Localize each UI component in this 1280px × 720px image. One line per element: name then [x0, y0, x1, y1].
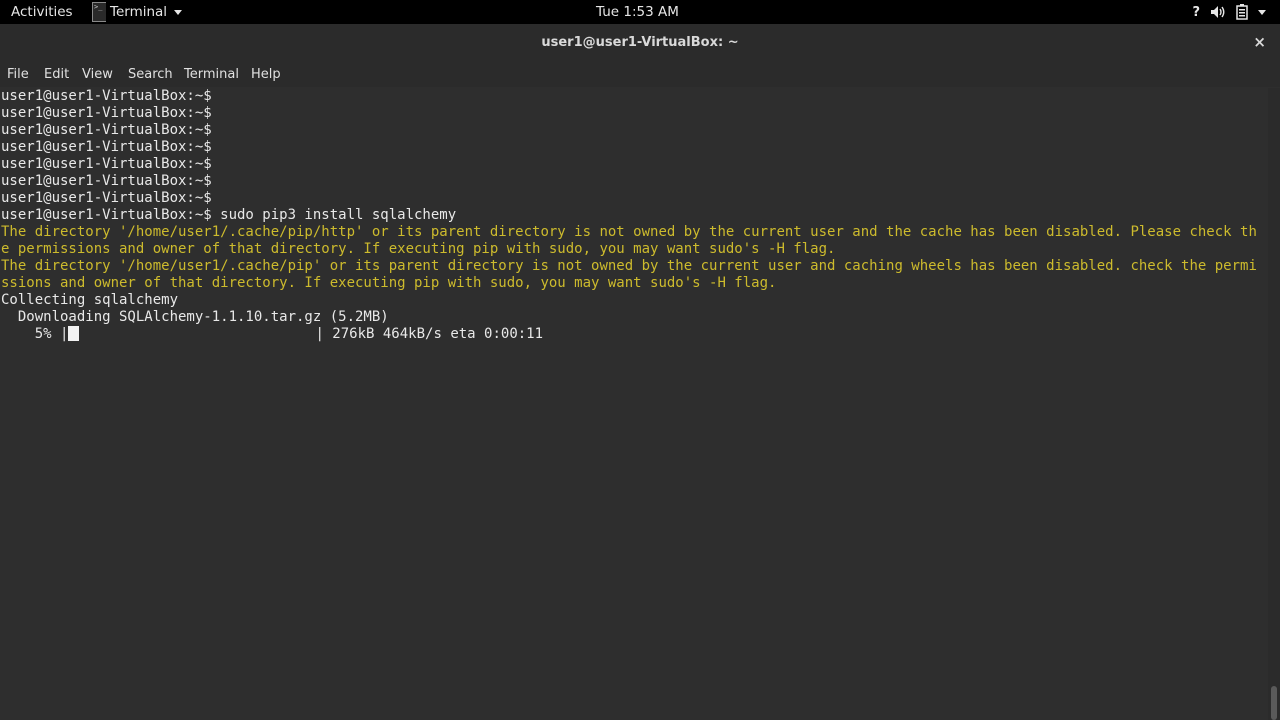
- menu-view[interactable]: View: [82, 67, 113, 82]
- clock[interactable]: Tue 1:53 AM: [596, 4, 679, 20]
- warning-line: The directory '/home/user1/.cache/pip/ht…: [1, 224, 1257, 240]
- terminal-app-icon: [92, 2, 106, 22]
- prompt-line: user1@user1-VirtualBox:~$: [1, 122, 212, 138]
- prompt-line: user1@user1-VirtualBox:~$: [1, 156, 212, 172]
- menu-file[interactable]: File: [7, 67, 29, 82]
- menu-edit[interactable]: Edit: [44, 67, 69, 82]
- scrollbar-thumb[interactable]: [1271, 686, 1277, 720]
- app-menu-terminal[interactable]: Terminal: [92, 0, 183, 24]
- menu-search[interactable]: Search: [128, 67, 173, 82]
- speaker-icon: [1210, 5, 1226, 19]
- app-menu-label: Terminal: [110, 4, 168, 20]
- terminal-output[interactable]: user1@user1-VirtualBox:~$ user1@user1-Vi…: [0, 88, 1268, 720]
- prompt-line: user1@user1-VirtualBox:~$: [1, 88, 212, 104]
- warning-line: ssions and owner of that directory. If e…: [1, 275, 777, 291]
- prompt-line: user1@user1-VirtualBox:~$: [1, 139, 212, 155]
- chevron-down-icon: [1258, 9, 1266, 15]
- gnome-top-bar: Activities Terminal Tue 1:53 AM ?: [0, 0, 1280, 24]
- progress-percent: 5%: [1, 326, 52, 342]
- battery-icon: [1236, 4, 1248, 20]
- help-icon[interactable]: ?: [1192, 5, 1200, 20]
- menu-terminal[interactable]: Terminal: [184, 67, 239, 82]
- warning-line: e permissions and owner of that director…: [1, 241, 836, 257]
- system-status-menu[interactable]: ?: [1192, 0, 1266, 24]
- progress-stats: | 276kB 464kB/s eta 0:00:11: [315, 326, 544, 342]
- warning-line: The directory '/home/user1/.cache/pip' o…: [1, 258, 1257, 274]
- prompt-line: user1@user1-VirtualBox:~$: [1, 173, 212, 189]
- prompt-line: user1@user1-VirtualBox:~$: [1, 190, 212, 206]
- progress-bar-fill: [68, 326, 80, 341]
- command-line: user1@user1-VirtualBox:~$ sudo pip3 inst…: [1, 207, 457, 223]
- window-titlebar[interactable]: user1@user1-VirtualBox: ~ ×: [0, 24, 1280, 63]
- menu-bar: File Edit View Search Terminal Help: [0, 63, 1280, 87]
- chevron-down-icon: [174, 9, 183, 15]
- menu-help[interactable]: Help: [251, 67, 281, 82]
- close-window-button[interactable]: ×: [1253, 33, 1266, 51]
- download-progress-line: 5% | | 276kB 464kB/s eta 0:00:11: [1, 326, 544, 342]
- window-title: user1@user1-VirtualBox: ~: [541, 35, 739, 50]
- output-line: Downloading SQLAlchemy-1.1.10.tar.gz (5.…: [1, 309, 389, 325]
- activities-button[interactable]: Activities: [11, 4, 73, 20]
- terminal-scrollbar[interactable]: [1268, 88, 1280, 720]
- prompt-line: user1@user1-VirtualBox:~$: [1, 105, 212, 121]
- progress-bar-empty: [79, 326, 315, 342]
- output-line: Collecting sqlalchemy: [1, 292, 179, 308]
